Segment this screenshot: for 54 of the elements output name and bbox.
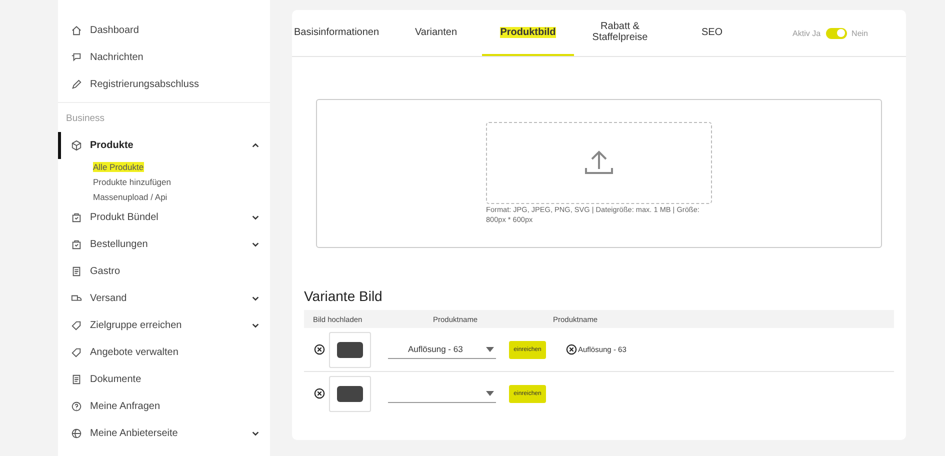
upload-icon — [583, 149, 615, 177]
bag-icon — [71, 212, 82, 223]
sidebar-item[interactable]: Gastro — [58, 258, 270, 285]
tab[interactable]: Rabatt & Staffelpreise — [574, 10, 666, 56]
bag-icon — [71, 239, 82, 250]
photo-placeholder — [329, 376, 371, 412]
chevron-down-icon[interactable] — [251, 213, 260, 222]
help-icon — [71, 401, 82, 412]
tab[interactable]: Produktbild — [482, 10, 574, 56]
pen-icon — [71, 79, 82, 90]
remove-icon[interactable] — [566, 344, 577, 355]
sidebar-item[interactable]: Versand — [58, 285, 270, 312]
home-icon — [71, 25, 82, 36]
dropdown-caret-icon — [486, 390, 494, 396]
sidebar-item[interactable]: Angebote verwalten — [58, 339, 270, 366]
sidebar-item[interactable]: Nachrichten — [58, 44, 270, 71]
remove-icon[interactable] — [314, 344, 325, 355]
toggle-switch[interactable] — [826, 28, 847, 38]
chevron-down-icon[interactable] — [251, 294, 260, 303]
sidebar-item[interactable]: Dokumente — [58, 366, 270, 393]
submenu-item[interactable]: Produkte hinzufügen — [93, 176, 171, 186]
submenu-item[interactable]: Massenupload / Api — [93, 192, 168, 202]
toggle-label: Nein — [852, 28, 868, 38]
tab[interactable]: SEO — [666, 10, 758, 56]
product-select[interactable]: Auflösung - 63 — [388, 340, 496, 358]
sidebar-item[interactable]: Zielgruppe erreichen — [58, 312, 270, 339]
sidebar-item[interactable]: Produkte — [58, 132, 270, 159]
truck-icon — [71, 293, 82, 304]
document-icon — [71, 374, 82, 385]
clipboard-icon — [71, 266, 82, 277]
sidebar-item[interactable]: Registrierungsabschluss — [58, 71, 270, 98]
sidebar-item[interactable]: Dashboard — [58, 17, 270, 44]
tab[interactable]: Varianten — [390, 10, 482, 56]
remove-icon[interactable] — [314, 388, 325, 399]
chevron-down-icon[interactable] — [251, 240, 260, 249]
tag-icon — [71, 320, 82, 331]
chevron-up-icon[interactable] — [251, 141, 260, 150]
tag-icon — [71, 347, 82, 358]
chat-icon — [71, 52, 82, 63]
photo-placeholder — [329, 332, 371, 368]
toggle-label: Aktiv Ja — [792, 28, 821, 38]
section-label: Business — [58, 102, 270, 132]
dropdown-caret-icon — [486, 346, 494, 352]
tab[interactable]: Basisinformationen — [294, 10, 390, 56]
sidebar-item[interactable]: Bestellungen — [58, 231, 270, 258]
box-icon — [71, 140, 82, 151]
submenu-item[interactable]: Alle Produkte — [93, 162, 144, 172]
chevron-down-icon[interactable] — [251, 321, 260, 330]
section-title: Variante Bild — [304, 288, 384, 304]
chevron-down-icon[interactable] — [251, 429, 260, 438]
globe-icon — [71, 428, 82, 439]
sidebar-item[interactable]: Meine Anbieterseite — [58, 420, 270, 447]
sidebar-item[interactable]: Meine Anfragen — [58, 393, 270, 420]
sidebar-item[interactable]: Produkt Bündel — [58, 204, 270, 231]
